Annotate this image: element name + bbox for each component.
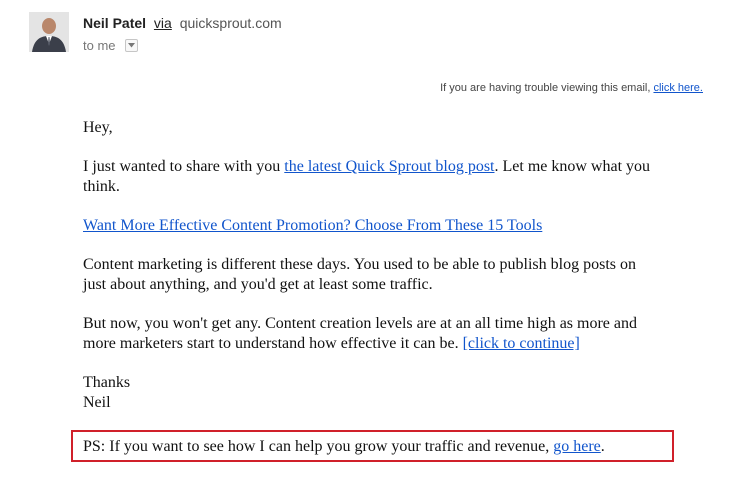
recipient-line: to me (83, 38, 139, 54)
sender-line: Neil Patel via quicksprout.com (83, 14, 282, 32)
article-link[interactable]: Want More Effective Content Promotion? C… (83, 217, 542, 234)
intro-text: I just wanted to share with you (83, 158, 285, 175)
continue-link[interactable]: [click to continue] (463, 335, 580, 352)
sender-avatar[interactable] (29, 12, 69, 52)
recipient-label: to me (83, 38, 116, 53)
sender-domain: quicksprout.com (179, 15, 282, 31)
ps-highlight-box: PS: If you want to see how I can help yo… (71, 430, 674, 462)
sender-name[interactable]: Neil Patel (83, 15, 146, 31)
trouble-viewing-notice: If you are having trouble viewing this e… (440, 81, 703, 95)
greeting: Hey, (83, 119, 113, 136)
ps-text: PS: If you want to see how I can help yo… (83, 438, 554, 455)
article-paragraph: Want More Effective Content Promotion? C… (83, 216, 663, 236)
signoff-block: Thanks Neil (83, 373, 663, 413)
ps-go-here-link[interactable]: go here (553, 438, 601, 455)
trouble-viewing-text: If you are having trouble viewing this e… (440, 82, 654, 94)
show-details-button[interactable] (125, 39, 139, 53)
via-link[interactable]: via (154, 15, 172, 31)
content-paragraph-2: But now, you won't get any. Content crea… (83, 314, 663, 354)
intro-paragraph: I just wanted to share with you the late… (83, 157, 663, 197)
ps-end: . (600, 438, 605, 455)
signature: Neil (83, 394, 111, 411)
email-body: Hey, I just wanted to share with you the… (83, 118, 663, 432)
latest-post-link[interactable]: the latest Quick Sprout blog post (284, 158, 494, 175)
chevron-down-icon (128, 43, 136, 48)
signoff: Thanks (83, 374, 131, 391)
content-paragraph-1: Content marketing is different these day… (83, 256, 636, 293)
view-in-browser-link[interactable]: click here. (653, 82, 703, 94)
avatar-image (29, 12, 69, 52)
